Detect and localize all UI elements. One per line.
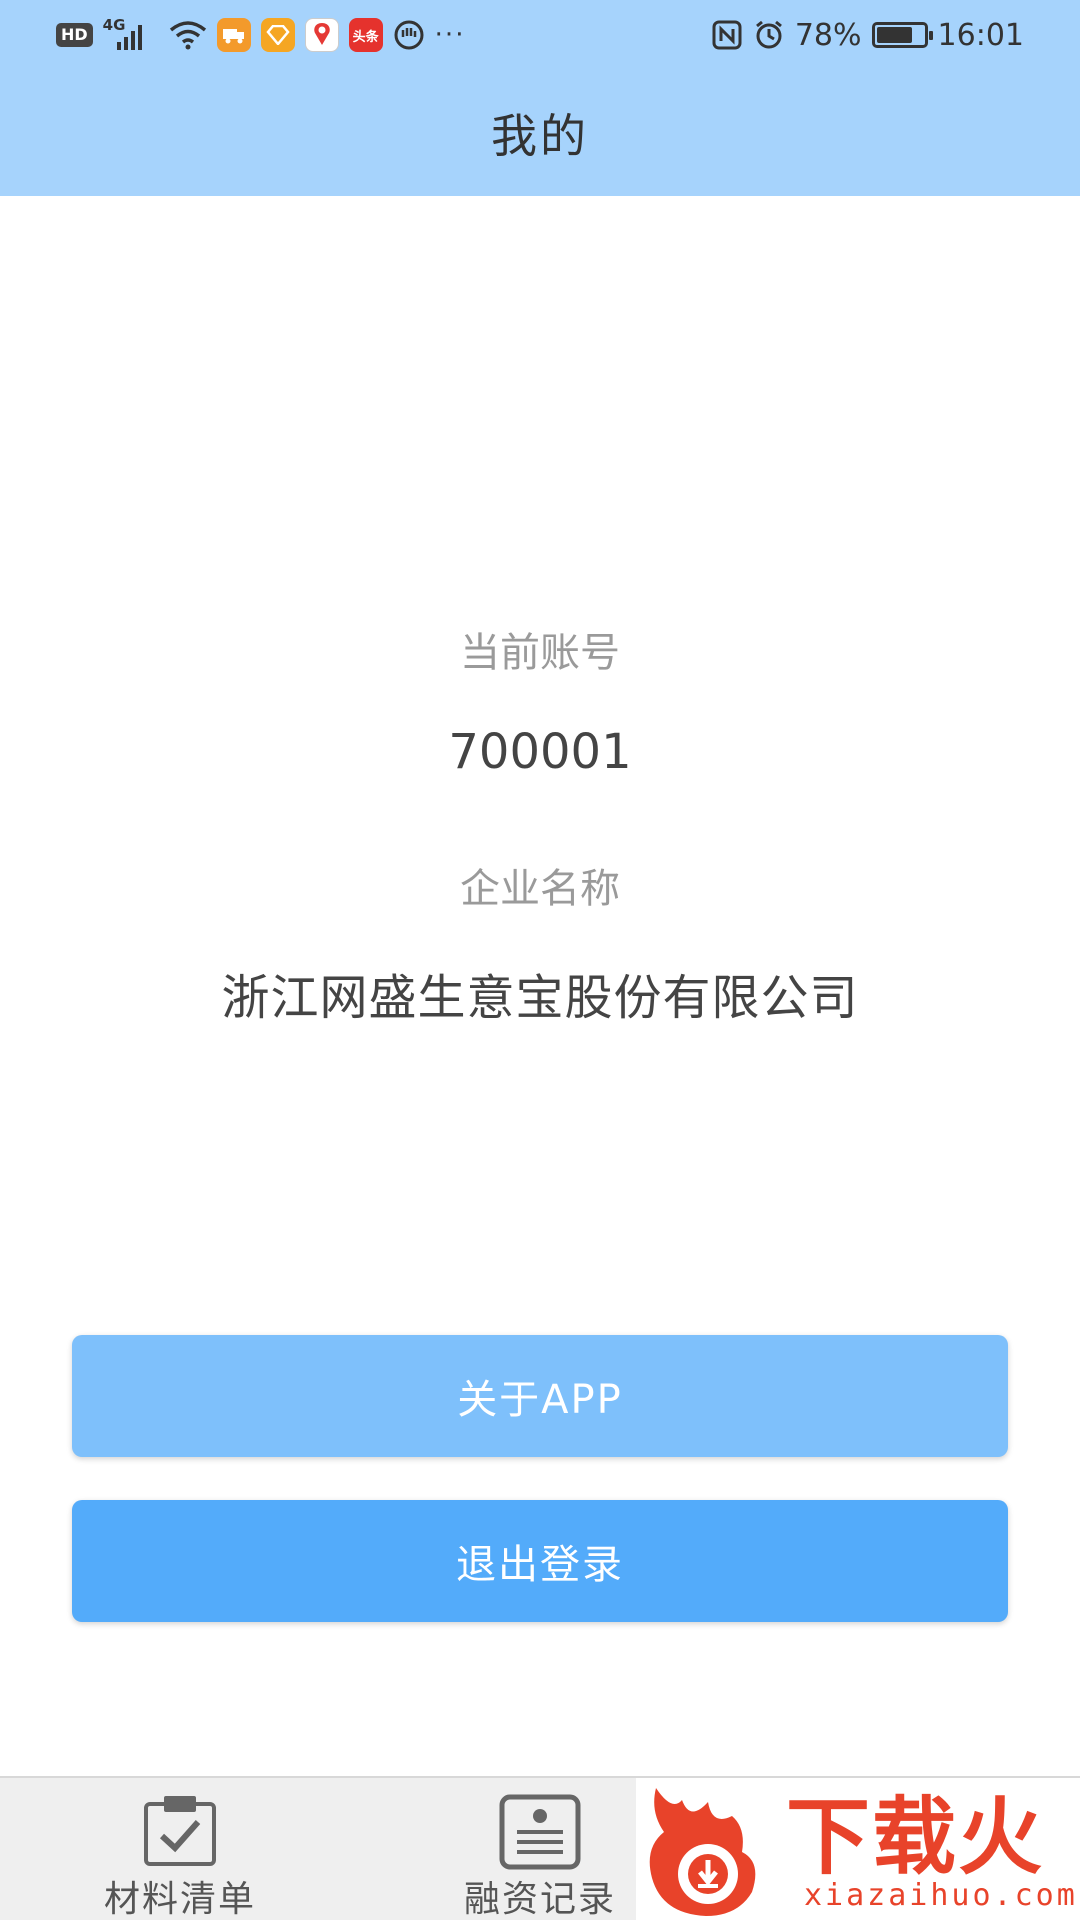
hd-icon: HD xyxy=(56,23,93,47)
hand-app-icon xyxy=(394,20,424,50)
map-app-icon xyxy=(304,18,339,52)
clock-time: 16:01 xyxy=(937,17,1024,53)
status-icons-left: HD 4G 头条 ··· xyxy=(56,16,465,54)
status-bar: HD 4G 头条 ··· 78% 16:01 xyxy=(0,0,1080,70)
watermark-logo: 下载火 xiazaihuo.com xyxy=(636,1778,1080,1920)
cellular-signal-icon: 4G xyxy=(103,16,159,52)
tab-financing-records[interactable]: 融资记录 xyxy=(440,1778,640,1920)
account-value: 700001 xyxy=(448,724,632,780)
toutiao-app-icon: 头条 xyxy=(348,18,383,52)
watermark-logo-text: 下载火 xyxy=(786,1788,1045,1886)
record-card-icon xyxy=(499,1794,581,1870)
app-header: HD 4G 头条 ··· 78% 16:01 我的 xyxy=(0,0,1080,196)
wifi-icon xyxy=(169,21,206,50)
alarm-icon xyxy=(755,20,782,49)
company-value: 浙江网盛生意宝股份有限公司 xyxy=(221,970,859,1026)
tab-label: 融资记录 xyxy=(463,1879,616,1920)
tab-material-list[interactable]: 材料清单 xyxy=(80,1778,280,1920)
page-title: 我的 xyxy=(491,109,589,163)
watermark-url: xiazaihuo.com xyxy=(804,1878,1078,1913)
flame-logo-icon xyxy=(649,1788,756,1916)
battery-percent: 78% xyxy=(794,17,862,53)
nfc-icon xyxy=(712,20,742,50)
checklist-icon xyxy=(144,1794,216,1866)
status-icons-right: 78% 16:01 xyxy=(711,16,1024,54)
about-app-button[interactable]: 关于APP xyxy=(72,1335,1008,1457)
logout-button[interactable]: 退出登录 xyxy=(72,1500,1008,1622)
battery-fill xyxy=(876,27,913,43)
more-notifications-icon: ··· xyxy=(434,20,466,50)
battery-icon xyxy=(871,22,933,48)
company-label: 企业名称 xyxy=(460,866,620,912)
diamond-app-icon xyxy=(260,18,295,52)
tab-label: 材料清单 xyxy=(103,1879,256,1920)
account-label: 当前账号 xyxy=(460,630,620,676)
delivery-app-icon xyxy=(216,18,251,52)
